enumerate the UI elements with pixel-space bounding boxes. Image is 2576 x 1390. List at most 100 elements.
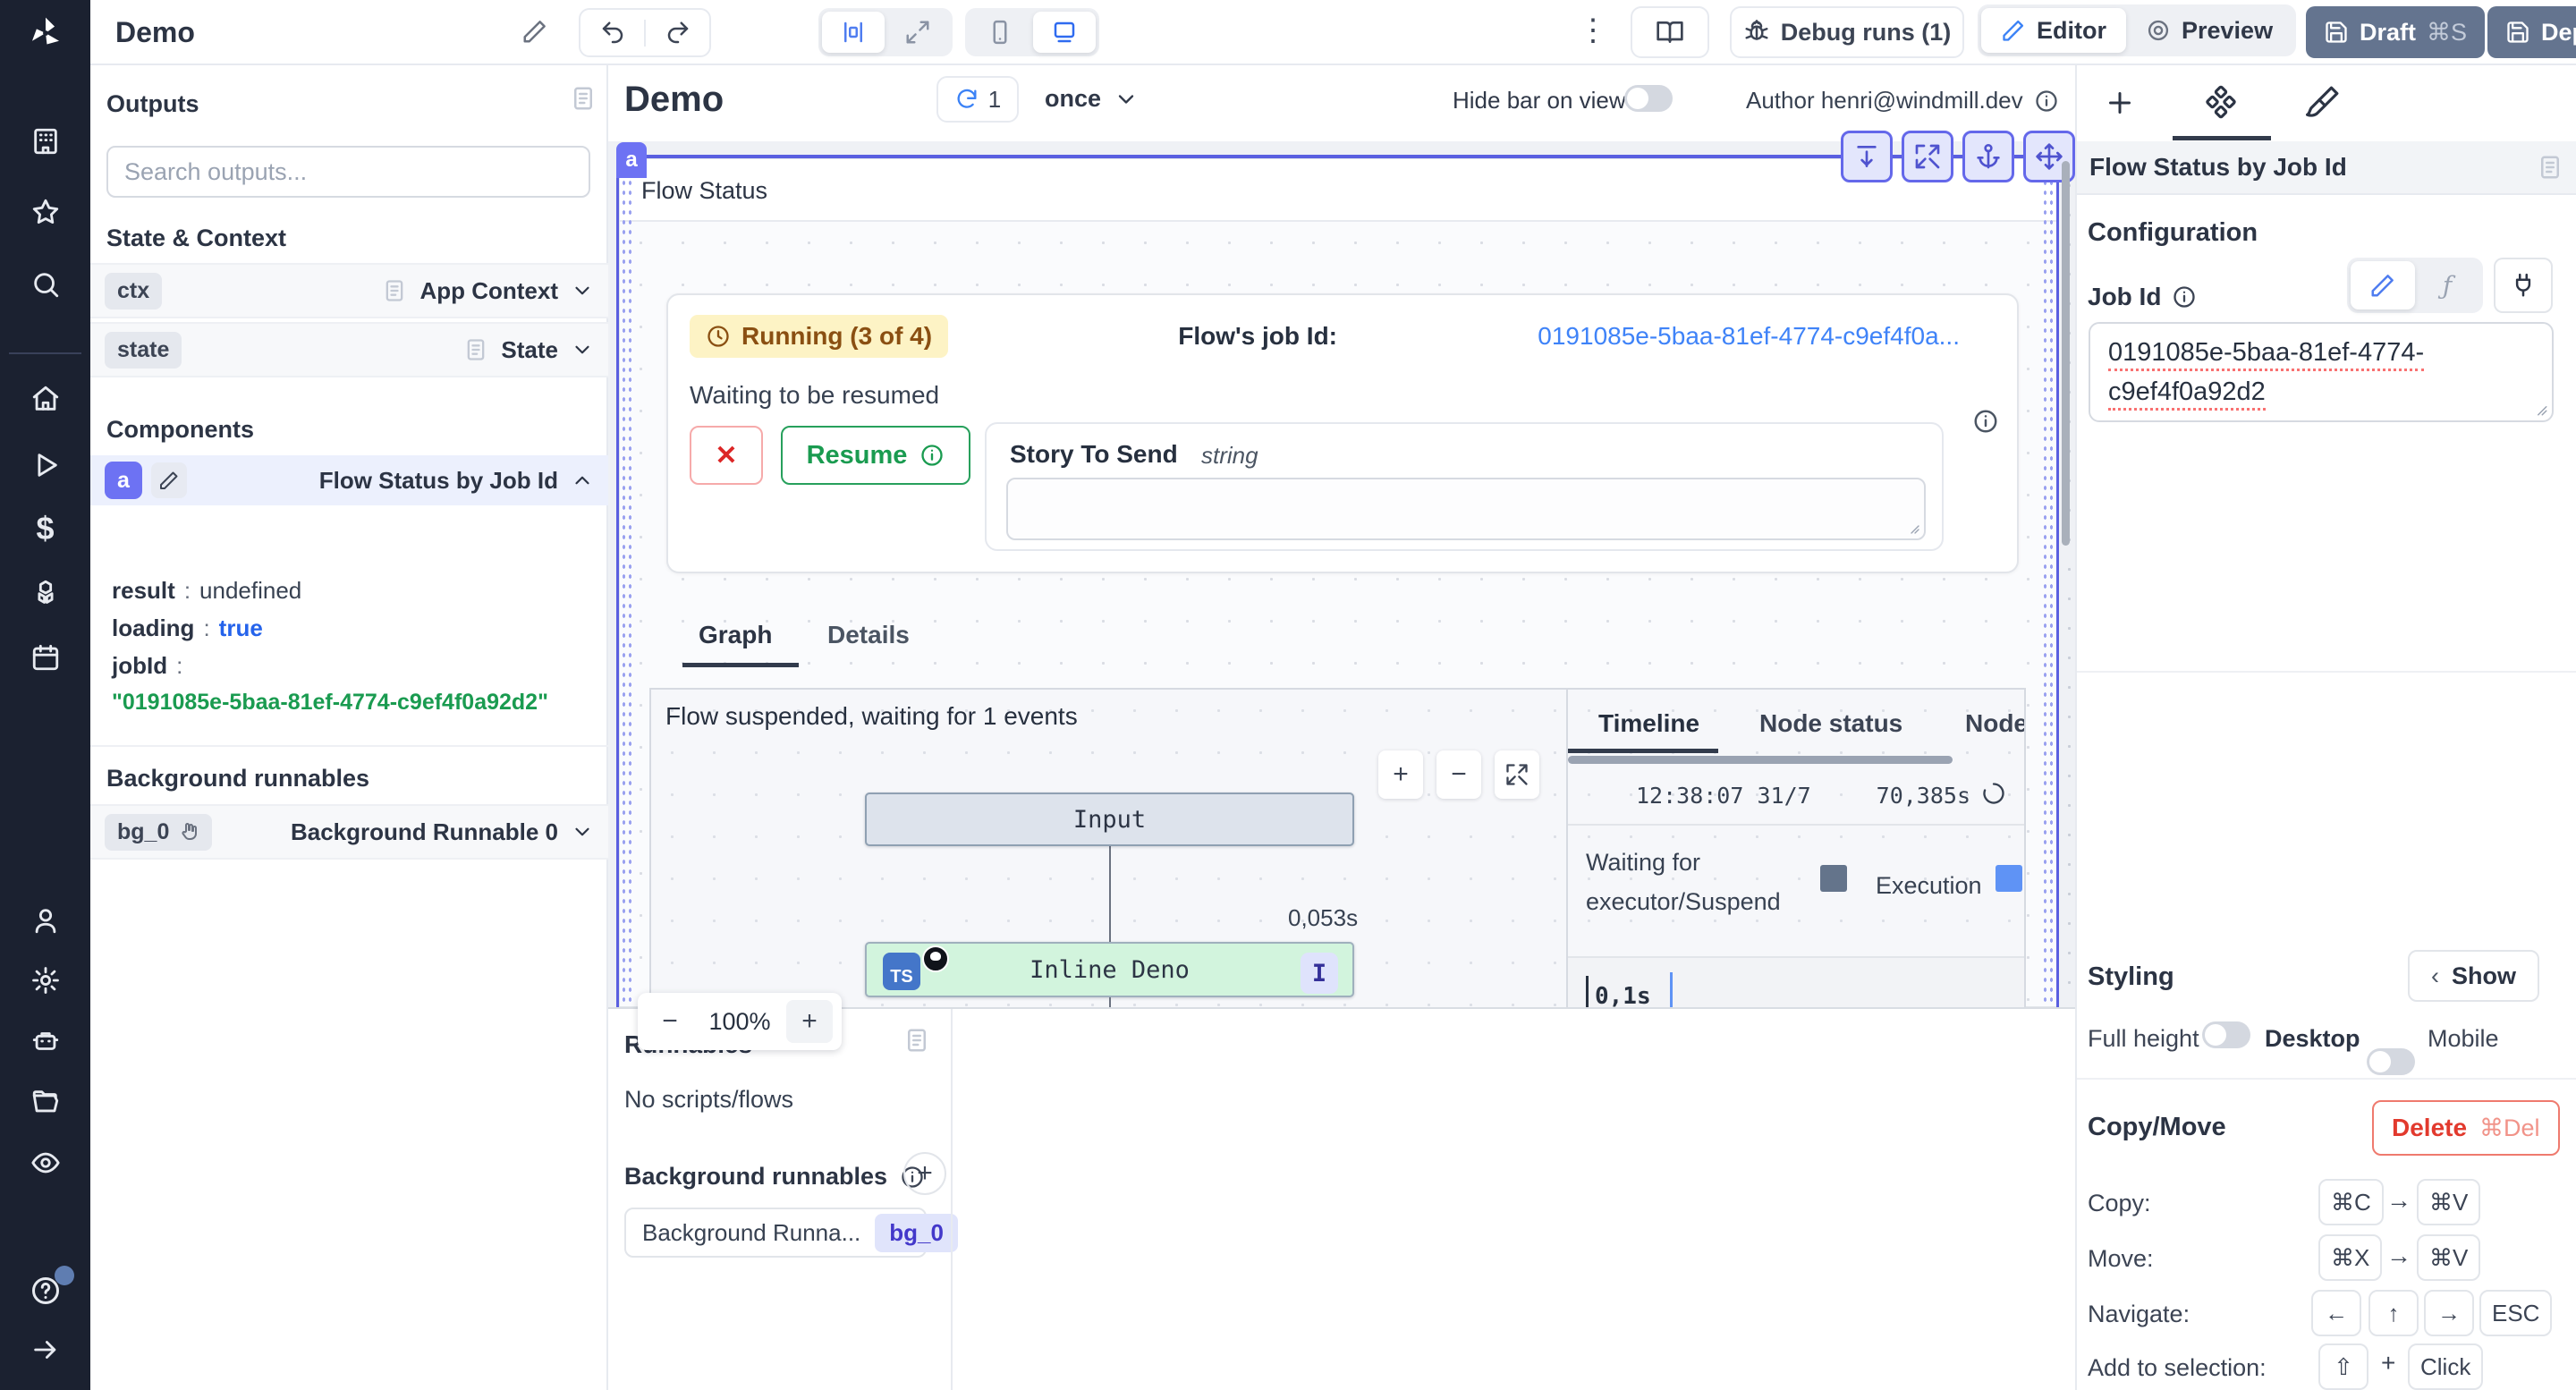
expand-down-button[interactable] [1841,131,1893,182]
search-icon[interactable] [0,265,90,304]
anchor-component-button[interactable] [1962,131,2014,182]
state-row[interactable]: state State [90,322,608,377]
chevron-down-icon[interactable] [571,279,594,302]
tab-timeline[interactable]: Timeline [1598,709,1699,738]
prop-result: result:undefined [112,577,301,605]
graph-zoom-out-button[interactable]: − [1436,750,1481,799]
bg-runnable-row[interactable]: bg_0 Background Runnable 0 [90,804,608,860]
connect-input-button[interactable] [2494,258,2553,313]
deploy-button[interactable]: Deploy [2487,6,2576,58]
outputs-log-icon[interactable] [570,85,597,112]
zoom-in-button[interactable]: + [786,1000,833,1043]
home-icon[interactable] [0,379,90,419]
runnables-dock: Runnables No scripts/flows Background ru… [608,1007,2075,1390]
canvas-vertical-scrollbar[interactable] [2062,161,2070,546]
mobile-view-button[interactable] [969,12,1031,53]
layout-mode-group [818,8,953,56]
zoom-out-button[interactable]: − [647,1000,693,1043]
draft-button[interactable]: Draft⌘S [2306,6,2485,58]
background-runnable-item[interactable]: Background Runna... bg_0 [624,1208,927,1258]
schedules-icon[interactable] [0,638,90,677]
selected-component-tag[interactable]: a [616,142,647,178]
tab-graph[interactable]: Graph [699,621,772,649]
component-log-icon[interactable] [2537,154,2563,181]
chevron-down-icon[interactable] [571,820,594,843]
right-resize-handle[interactable] [2042,158,2055,1007]
variables-icon[interactable]: $ [0,509,90,548]
static-input-button[interactable] [2351,261,2415,309]
runnables-log-icon[interactable] [903,1027,930,1054]
debug-runs-button[interactable]: Debug runs (1) [1730,6,1964,58]
tab-node-status[interactable]: Node status [1759,709,1902,738]
flow-node-inline-deno[interactable]: TS Inline Deno I [865,942,1354,997]
audit-eye-icon[interactable] [0,1143,90,1182]
ctx-row[interactable]: ctx App Context [90,263,608,318]
fullscreen-component-button[interactable] [1902,131,1953,182]
full-width-layout-button[interactable] [886,12,949,53]
settings-icon[interactable] [0,961,90,1000]
resources-icon[interactable] [0,573,90,613]
insert-component-tab[interactable] [2104,87,2136,119]
info-icon[interactable] [1972,408,1999,435]
flow-job-id-link[interactable]: 0191085e-5baa-81ef-4774-c9ef4f0a... [1538,322,1960,351]
desktop-view-button[interactable] [1033,12,1096,53]
desktop-toggle[interactable] [2367,1048,2415,1075]
kbd-esc: ESC [2479,1290,2552,1336]
wait-color-swatch [1820,865,1847,892]
log-icon [463,337,488,362]
cancel-suspend-button[interactable]: ✕ [690,426,763,485]
docs-button[interactable] [1631,6,1709,58]
help-icon[interactable] [0,1271,90,1310]
refresh-count-button[interactable]: 1 [936,76,1019,123]
search-outputs-input[interactable] [106,146,590,198]
copy-shortcut-label: Copy: [2088,1190,2151,1217]
selected-component-header: Flow Status by Job Id [2077,141,2576,195]
show-styling-button[interactable]: ‹ Show [2408,950,2539,1002]
delete-component-button[interactable]: Delete ⌘Del [2372,1100,2560,1156]
collapse-rail-icon[interactable] [0,1330,90,1369]
fn-input-button[interactable]: ƒ [2415,261,2479,309]
undo-button[interactable] [580,20,646,47]
chevron-down-icon[interactable] [571,338,594,361]
flow-status-component[interactable]: Flow Status Running (3 of 4) Flow's job … [619,158,2057,1007]
graph-zoom-in-button[interactable]: + [1378,750,1423,799]
timeline-start-time: 12:38:07 31/7 [1636,783,1811,809]
tab-node[interactable]: Node [1965,709,2026,738]
workers-icon[interactable] [0,1021,90,1061]
preview-tab[interactable]: Preview [2126,8,2292,53]
canvas-app-title: Demo [624,80,724,120]
story-textarea[interactable] [1006,478,1926,540]
edit-id-icon[interactable] [151,462,187,498]
folders-icon[interactable] [0,1082,90,1122]
centered-layout-button[interactable] [822,12,885,53]
rename-app-icon[interactable] [521,18,548,45]
workspace-icon[interactable] [0,122,90,161]
preview-icon [2146,18,2171,43]
editor-tab[interactable]: Editor [1981,8,2126,53]
runs-icon[interactable] [0,445,90,485]
windmill-logo[interactable] [0,0,90,65]
add-background-runnable-button[interactable]: + [903,1152,946,1195]
graph-fullscreen-button[interactable] [1495,750,1539,799]
timeline-hscrollbar[interactable] [1568,756,1953,764]
resume-button[interactable]: Resume [781,426,970,485]
more-menu-icon[interactable]: ⋮ [1578,13,1610,48]
flow-node-input[interactable]: Input [865,792,1354,846]
component-row-flow-status[interactable]: a Flow Status by Job Id [90,455,608,505]
redo-button[interactable] [646,20,709,47]
left-resize-handle[interactable] [621,158,633,1007]
full-height-toggle[interactable] [2202,1021,2250,1048]
styling-tab[interactable] [2306,85,2340,119]
canvas-zoom-bar: − 100% + [638,993,842,1050]
info-icon[interactable] [2034,89,2059,114]
refresh-mode-dropdown[interactable]: once [1045,85,1139,113]
users-icon[interactable] [0,901,90,940]
tab-details[interactable]: Details [827,621,910,649]
dock-bg-runnables-header: Background runnables [624,1163,925,1191]
info-icon[interactable] [2172,284,2197,309]
component-settings-tab[interactable] [2204,85,2238,119]
hide-bar-toggle[interactable] [1624,85,1673,112]
job-id-input[interactable]: 0191085e-5baa-81ef-4774- c9ef4f0a92d2 [2089,322,2554,422]
chevron-up-icon[interactable] [571,469,594,492]
favorites-icon[interactable] [0,192,90,232]
